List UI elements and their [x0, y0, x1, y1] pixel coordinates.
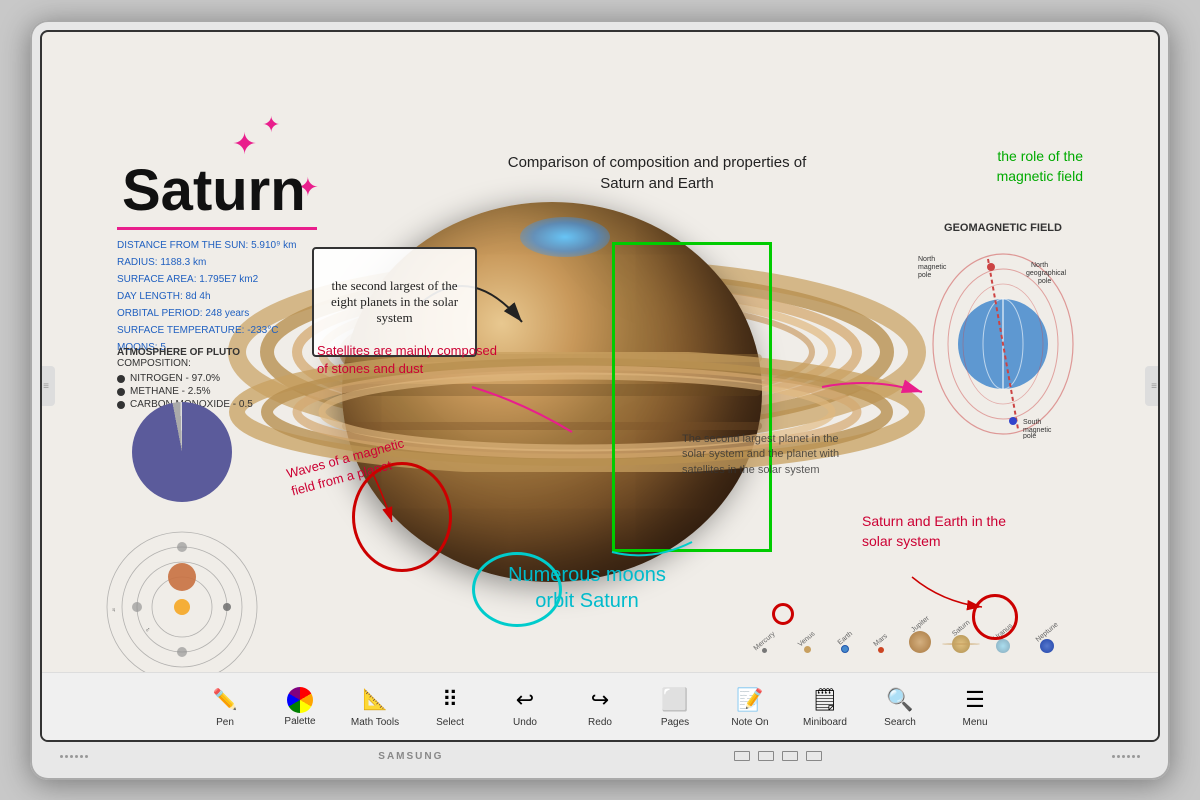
svg-text:North: North — [1031, 262, 1048, 269]
svg-text:magnetic: magnetic — [1023, 427, 1052, 434]
speaker-left — [60, 755, 88, 758]
speaker-right — [1112, 755, 1140, 758]
bottom-icons — [734, 751, 822, 761]
green-box-annotation — [612, 242, 772, 552]
search-label: Search — [884, 717, 916, 728]
planet-mars: Mars — [873, 637, 889, 653]
planet-jupiter: Jupiter — [909, 621, 931, 653]
toolbar-redo[interactable]: ↪ Redo — [575, 686, 625, 728]
planet-neptune: Neptune — [1034, 629, 1060, 653]
saturn-aurora — [520, 217, 610, 257]
star-decoration-1: ✦ — [232, 127, 257, 162]
miniboard-icon: 🗒 — [811, 686, 839, 714]
planet-mercury: Mercury — [752, 638, 777, 653]
planet-earth: Earth — [837, 635, 854, 653]
device-bottom-bar: SAMSUNG — [40, 742, 1160, 770]
nitrogen-line: NITROGEN - 97.0% — [130, 373, 220, 384]
toolbar-select[interactable]: ⠿ Select — [425, 686, 475, 728]
bottom-icon-3 — [782, 751, 798, 761]
math-icon: 📐 — [361, 686, 389, 714]
select-label: Select — [436, 717, 464, 728]
undo-icon: ↩ — [511, 686, 539, 714]
toolbar-undo[interactable]: ↩ Undo — [500, 686, 550, 728]
brand-label: SAMSUNG — [378, 751, 443, 762]
saturn-underline — [117, 227, 317, 230]
bottom-icon-4 — [806, 751, 822, 761]
solar-planets-row: Mercury Venus Earth Mars — [752, 621, 1113, 658]
right-handle[interactable]: ≡ — [1145, 366, 1160, 406]
toolbar-menu[interactable]: ☰ Menu — [950, 686, 1000, 728]
toolbar-math[interactable]: 📐 Math Tools — [350, 686, 400, 728]
noteon-label: Note On — [731, 717, 768, 728]
red-circle-saturn — [972, 594, 1018, 640]
pages-icon: ⬜ — [661, 686, 689, 714]
methane-line: METHANE - 2.5% — [130, 386, 211, 397]
toolbar-noteon[interactable]: 📝 Note On — [725, 686, 775, 728]
svg-text:geographical: geographical — [1026, 270, 1067, 277]
menu-icon: ☰ — [961, 686, 989, 714]
toolbar-palette[interactable]: Palette — [275, 687, 325, 727]
saturn-earth-annotation: Saturn and Earth in the solar system — [862, 512, 1022, 551]
atmosphere-pie-chart — [132, 402, 232, 502]
svg-text:pole: pole — [1023, 433, 1036, 439]
math-label: Math Tools — [351, 717, 399, 728]
planet-saturn: Saturn — [951, 625, 972, 653]
left-handle[interactable]: ≡ — [40, 366, 55, 406]
pen-label: Pen — [216, 717, 234, 728]
pages-label: Pages — [661, 717, 689, 728]
svg-text:South: South — [1023, 419, 1041, 426]
undo-label: Undo — [513, 717, 537, 728]
miniboard-label: Miniboard — [803, 717, 847, 728]
palette-icon — [287, 687, 313, 713]
geo-field-title: GEOMAGNETIC FIELD — [913, 222, 1093, 234]
toolbar-pen[interactable]: ✏️ Pen — [200, 686, 250, 728]
screen-area: ≡ ≡ — [40, 30, 1160, 742]
bottom-icon-2 — [758, 751, 774, 761]
redo-label: Redo — [588, 717, 612, 728]
geomagnetic-field: GEOMAGNETIC FIELD North — [913, 222, 1093, 442]
star-decoration-3: ✦ — [297, 172, 319, 203]
menu-label: Menu — [962, 717, 987, 728]
svg-text:♃: ♃ — [111, 607, 116, 614]
toolbar-search[interactable]: 🔍 Search — [875, 686, 925, 728]
svg-text:pole: pole — [1038, 278, 1051, 285]
svg-text:♂: ♂ — [145, 627, 150, 634]
device-frame: ≡ ≡ — [30, 20, 1170, 780]
planet-venus: Venus — [797, 636, 816, 653]
toolbar-pages[interactable]: ⬜ Pages — [650, 686, 700, 728]
pen-icon: ✏️ — [211, 686, 239, 714]
toolbar-miniboard[interactable]: 🗒 Miniboard — [800, 686, 850, 728]
red-circle-mercury — [772, 603, 794, 625]
toolbar: ✏️ Pen Palette 📐 Math Tools ⠿ Select ↩ U… — [42, 672, 1158, 740]
noteon-icon: 📝 — [736, 686, 764, 714]
solar-system-diagram: ♄ ♂ ♃ — [97, 522, 267, 692]
bottom-icon-1 — [734, 751, 750, 761]
redo-icon: ↪ — [586, 686, 614, 714]
planet-uranus: Uranus — [992, 629, 1015, 653]
saturn-title: Saturn — [122, 157, 306, 224]
magnetic-field-role: the role of the magnetic field — [963, 147, 1083, 186]
palette-label: Palette — [284, 716, 315, 727]
select-icon: ⠿ — [436, 686, 464, 714]
star-decoration-2: ✦ — [262, 112, 280, 138]
search-icon: 🔍 — [886, 686, 914, 714]
comparison-title: Comparison of composition and properties… — [492, 152, 822, 194]
